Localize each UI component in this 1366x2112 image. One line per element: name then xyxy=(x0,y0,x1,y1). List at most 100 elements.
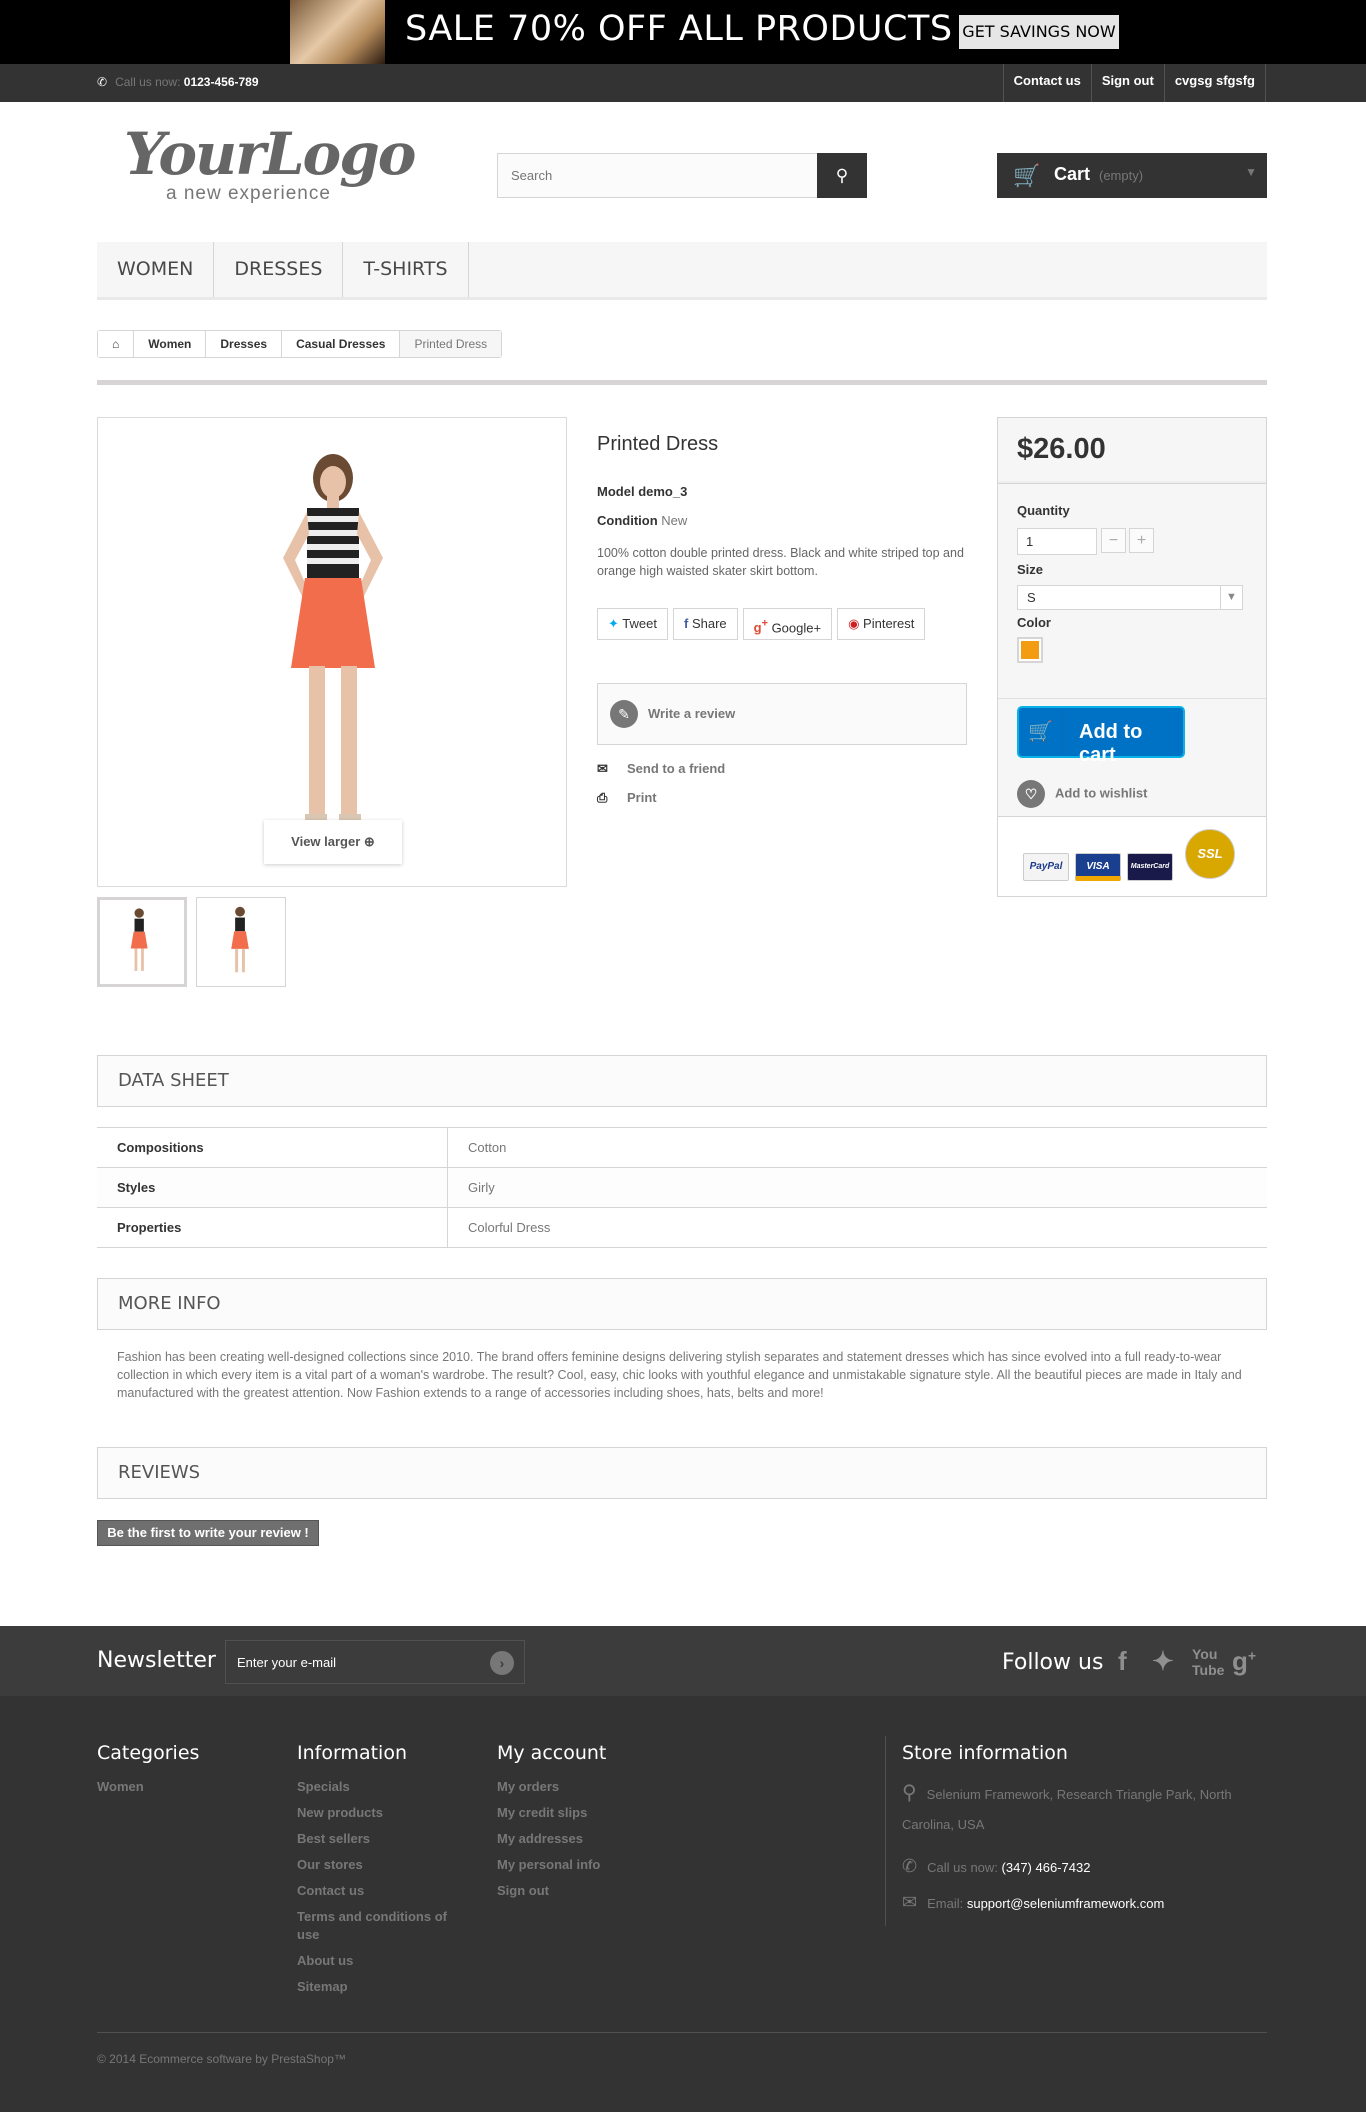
more-info-title: More info xyxy=(118,1293,221,1314)
search-button[interactable]: ⚲ xyxy=(817,153,867,198)
chevron-down-icon: ▼ xyxy=(1220,586,1242,609)
call-label: Call us now: xyxy=(115,75,181,89)
menu-dresses[interactable]: Dresses xyxy=(214,242,344,297)
footer-link[interactable]: My credit slips xyxy=(497,1804,606,1830)
table-row: Compositions Cotton xyxy=(97,1128,1267,1168)
table-key: Styles xyxy=(97,1168,448,1207)
footer-account-title: My account xyxy=(497,1742,607,1764)
add-to-cart-button[interactable]: 🛒 Add to cart xyxy=(1017,706,1185,766)
share-button[interactable]: f Share xyxy=(672,608,738,640)
product-thumbnail[interactable] xyxy=(196,897,286,987)
data-sheet-table: Compositions Cotton Styles Girly Propertie… xyxy=(97,1127,1267,1248)
model-label: Model xyxy=(597,484,635,499)
add-to-wishlist-link[interactable]: ♡ Add to wishlist xyxy=(1017,780,1147,808)
chevron-right-icon[interactable]: › xyxy=(490,1651,514,1675)
footer-rule xyxy=(97,2032,1267,2033)
twitter-icon: ✦ xyxy=(608,616,619,631)
condition-label: Condition xyxy=(597,513,658,528)
chevron-down-icon: ▼ xyxy=(1245,165,1257,179)
zoom-icon: ⊕ xyxy=(363,834,375,849)
pinterest-button[interactable]: ◉ Pinterest xyxy=(837,608,926,640)
footer-link[interactable]: Terms and conditions of use xyxy=(297,1908,462,1952)
facebook-icon[interactable]: f xyxy=(1118,1646,1127,1677)
sign-out-link[interactable]: Sign out xyxy=(1090,64,1164,102)
reviews-title: Reviews xyxy=(118,1462,201,1483)
banner-sale-text: SALE 70% OFF ALL PRODUCTS xyxy=(405,9,953,49)
view-larger-button[interactable]: View larger ⊕ xyxy=(264,820,402,864)
footer-store-title: Store information xyxy=(902,1742,1068,1764)
quantity-plus-button[interactable]: + xyxy=(1129,528,1154,553)
product-thumbnail[interactable] xyxy=(97,897,187,987)
search-input[interactable] xyxy=(498,154,818,197)
store-email: ✉ Email: support@seleniumframework.com xyxy=(902,1892,1164,1913)
envelope-icon: ✉ xyxy=(902,1892,918,1912)
view-larger-label: View larger xyxy=(291,834,361,849)
store-phone-number: (347) 466-7432 xyxy=(1001,1860,1091,1875)
breadcrumb-dresses[interactable]: Dresses xyxy=(206,331,283,357)
pencil-icon: ✎ xyxy=(610,700,638,728)
share-label: Share xyxy=(691,616,727,631)
banner-model-image xyxy=(290,0,385,64)
contact-us-link[interactable]: Contact us xyxy=(1002,64,1091,102)
table-value: Cotton xyxy=(468,1140,507,1155)
footer-information-title: Information xyxy=(297,1742,407,1764)
cart-icon: 🛒 xyxy=(1013,163,1041,188)
table-value: Colorful Dress xyxy=(468,1220,551,1235)
footer-link[interactable]: Our stores xyxy=(297,1856,462,1882)
product-description: 100% cotton double printed dress. Black … xyxy=(597,546,964,578)
payment-logos: PayPal VISA MasterCard SSL xyxy=(998,816,1266,896)
quantity-minus-button[interactable]: − xyxy=(1101,528,1126,553)
account-name-link[interactable]: cvgsg sfgsfg xyxy=(1163,64,1266,102)
product-price: $26.00 xyxy=(1017,433,1106,465)
google-plus-label: Google+ xyxy=(771,620,822,636)
google-plus-button[interactable]: g+ Google+ xyxy=(742,608,833,640)
tweet-label: Tweet xyxy=(622,616,657,631)
more-info-header: More info xyxy=(97,1278,1267,1330)
newsletter-bar: Newsletter Enter your e-mail › Follow us… xyxy=(0,1626,1366,1696)
cart-block[interactable]: 🛒 Cart (empty) ▼ xyxy=(997,153,1267,198)
price-box: $26.00 xyxy=(998,418,1266,484)
site-logo[interactable]: YourLogo a new experience xyxy=(124,125,416,215)
product-image[interactable]: View larger ⊕ xyxy=(97,417,567,887)
newsletter-input[interactable]: Enter your e-mail › xyxy=(225,1640,525,1684)
promo-banner[interactable]: SALE 70% OFF ALL PRODUCTS GET SAVINGS NO… xyxy=(0,0,1366,64)
breadcrumb-casual-dresses[interactable]: Casual Dresses xyxy=(282,331,401,357)
pinterest-label: Pinterest xyxy=(863,616,915,631)
twitter-icon[interactable]: ✦ xyxy=(1152,1646,1174,1677)
top-links: Contact us Sign out cvgsg sfgsfg xyxy=(1002,64,1266,102)
footer-link[interactable]: Sitemap xyxy=(297,1978,462,2004)
search-icon: ⚲ xyxy=(835,166,849,185)
send-to-friend-link[interactable]: ✉ Send to a friend xyxy=(597,761,725,777)
footer-link[interactable]: Contact us xyxy=(297,1882,462,1908)
footer-link[interactable]: My addresses xyxy=(497,1830,606,1856)
home-icon[interactable]: ⌂ xyxy=(98,331,135,357)
breadcrumb-women[interactable]: Women xyxy=(134,331,207,357)
footer-link[interactable]: About us xyxy=(297,1952,462,1978)
google-plus-icon[interactable]: g+ xyxy=(1232,1646,1256,1677)
menu-women[interactable]: Women xyxy=(97,242,215,297)
write-review-button[interactable]: ✎ Write a review xyxy=(597,683,967,745)
youtube-icon[interactable]: You Tube xyxy=(1192,1646,1224,1678)
first-review-button[interactable]: Be the first to write your review ! xyxy=(97,1520,319,1546)
footer-link[interactable]: Sign out xyxy=(497,1882,606,1908)
menu-tshirts[interactable]: T-shirts xyxy=(343,242,469,297)
footer-link[interactable]: My orders xyxy=(497,1778,606,1804)
footer-link[interactable]: My personal info xyxy=(497,1856,606,1882)
send-friend-label: Send to a friend xyxy=(627,761,726,776)
footer-my-account: My account My orders My credit slips My … xyxy=(497,1742,606,1908)
footer-link[interactable]: Specials xyxy=(297,1778,462,1804)
quantity-input[interactable]: 1 xyxy=(1017,528,1097,555)
size-select[interactable]: S ▼ xyxy=(1017,585,1243,610)
footer-link[interactable]: Women xyxy=(97,1778,199,1804)
footer-link[interactable]: Best sellers xyxy=(297,1830,462,1856)
print-link[interactable]: ⎙ Print xyxy=(597,790,657,806)
color-swatch-orange[interactable] xyxy=(1017,637,1043,663)
tweet-button[interactable]: ✦ Tweet xyxy=(597,608,668,640)
store-email-address[interactable]: support@seleniumframework.com xyxy=(967,1896,1164,1911)
pinterest-icon: ◉ xyxy=(848,616,860,631)
footer-link[interactable]: New products xyxy=(297,1804,462,1830)
heart-icon: ♡ xyxy=(1017,780,1045,808)
table-row: Styles Girly xyxy=(97,1168,1267,1208)
get-savings-button[interactable]: GET SAVINGS NOW xyxy=(959,15,1119,49)
cart-icon: 🛒 xyxy=(1019,708,1063,756)
